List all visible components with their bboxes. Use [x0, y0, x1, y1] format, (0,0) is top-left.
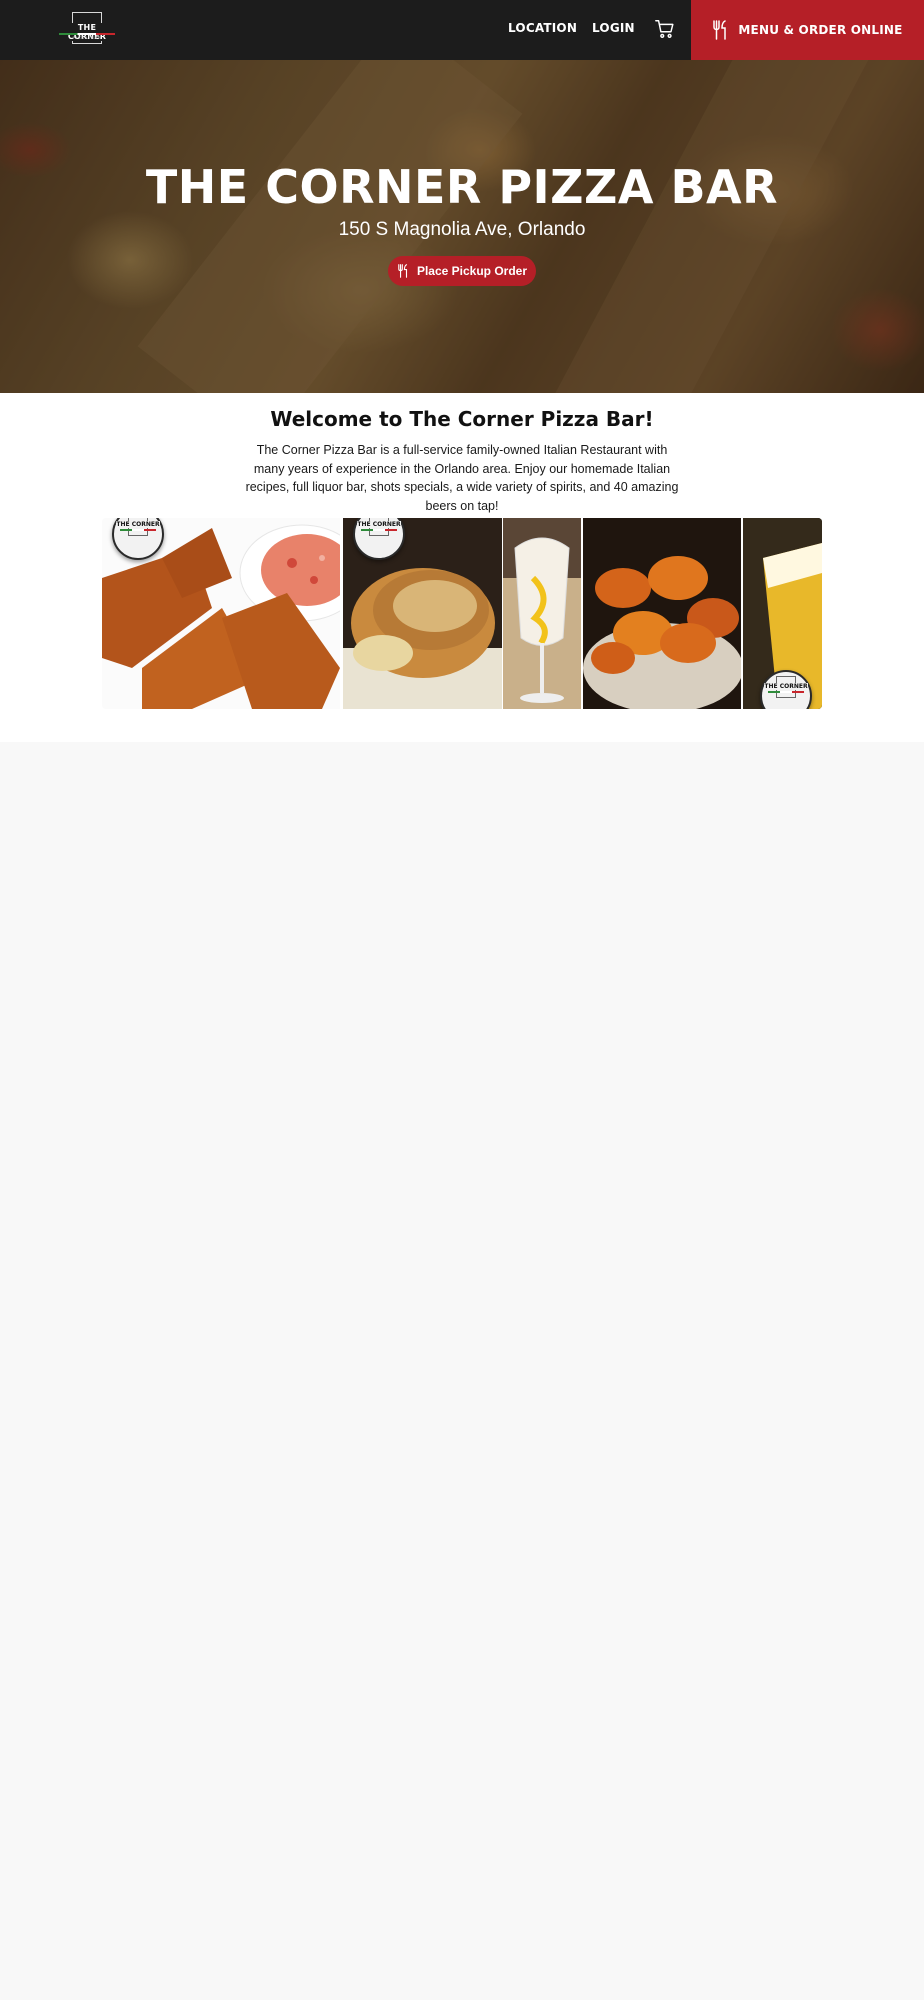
menu-order-online-label: MENU & ORDER ONLINE [738, 23, 903, 37]
welcome-text: The Corner Pizza Bar is a full-service f… [245, 443, 679, 513]
place-pickup-order-button[interactable]: Place Pickup Order [388, 256, 536, 286]
garlic-knot-photo: THE CORNER [343, 518, 502, 709]
buffalo-wings-photo [583, 518, 741, 709]
utensils-icon [713, 20, 727, 40]
welcome-section: Welcome to The Corner Pizza Bar! The Cor… [0, 393, 924, 742]
badge-flag-bar [361, 529, 397, 531]
nav-location-link[interactable]: LOCATION [508, 21, 577, 35]
place-pickup-order-label: Place Pickup Order [416, 264, 528, 278]
logo[interactable]: THE CORNER PIZZA BAR [58, 12, 116, 48]
badge-text: THE CORNER [764, 683, 808, 690]
badge-flag-bar [768, 691, 804, 693]
hero-title: THE CORNER PIZZA BAR [145, 160, 779, 214]
badge-text: THE CORNER [116, 521, 160, 528]
logo-flag-bar [59, 33, 115, 35]
nav-login-link[interactable]: LOGIN [592, 21, 635, 35]
hero-address: 150 S Magnolia Ave, Orlando [338, 219, 586, 240]
badge-flag-bar [120, 529, 156, 531]
hero-banner: THE CORNER PIZZA BAR 150 S Magnolia Ave,… [0, 60, 924, 393]
fried-ravioli-photo: THE CORNER [102, 518, 340, 709]
badge-text: THE CORNER [357, 521, 401, 528]
menu-order-online-button[interactable]: MENU & ORDER ONLINE [691, 0, 924, 60]
photo-gallery: THE CORNER THE CORNER THE CORNER [102, 518, 822, 709]
cart-icon[interactable] [654, 18, 676, 40]
beer-photo: THE CORNER [743, 518, 822, 709]
logo-subtext: PIZZA BAR [72, 36, 102, 40]
welcome-title: Welcome to The Corner Pizza Bar! [270, 407, 654, 431]
utensils-icon [398, 264, 408, 278]
cocktail-photo [503, 518, 581, 709]
site-header: THE CORNER PIZZA BAR LOCATION LOGIN MENU… [0, 0, 924, 60]
